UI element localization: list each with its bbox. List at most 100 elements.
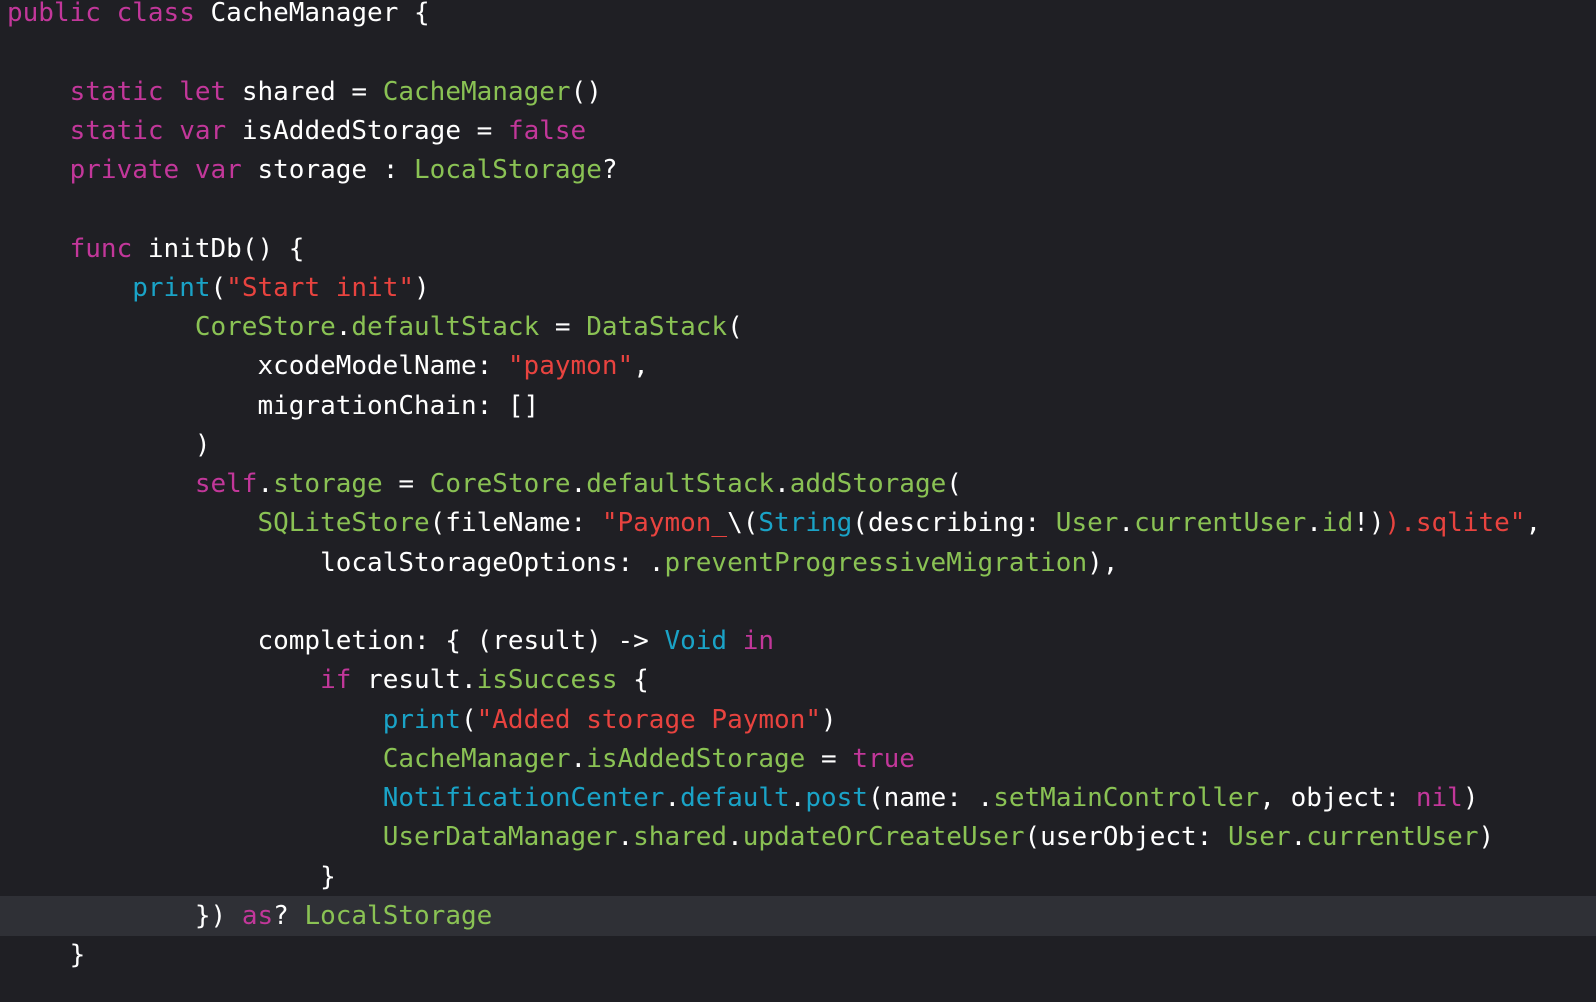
code-token: shared: [633, 822, 728, 853]
code-token: .: [570, 743, 587, 774]
code-line[interactable]: print("Added storage Paymon"): [0, 700, 1596, 740]
code-token: (userObject:: [1024, 822, 1228, 853]
code-token: .: [1290, 822, 1307, 853]
code-token: .: [774, 469, 790, 499]
code-token: ),: [1087, 547, 1119, 578]
code-token: !): [1353, 508, 1385, 539]
code-token: .: [664, 783, 681, 813]
code-token: default: [680, 783, 790, 813]
code-token: .: [617, 822, 634, 853]
code-line[interactable]: static let shared = CacheManager(): [0, 72, 1596, 112]
code-token: DataStack: [586, 312, 728, 342]
code-token: preventProgressiveMigration: [664, 547, 1088, 578]
code-editor[interactable]: public class CacheManager { static let s…: [0, 0, 1596, 1002]
code-token: public: [7, 0, 101, 28]
code-token: if: [320, 665, 352, 696]
code-token: static: [69, 76, 164, 107]
code-token: func: [69, 233, 133, 264]
code-token: (describing:: [852, 508, 1056, 539]
code-token: .: [727, 822, 743, 853]
code-token: CoreStore: [194, 312, 336, 342]
code-token: as: [241, 900, 274, 931]
code-token: .: [257, 469, 274, 499]
code-token: SQLiteStore: [257, 508, 430, 539]
code-token: ?: [273, 900, 305, 931]
code-token: LocalStorage: [414, 155, 602, 185]
code-token: }): [7, 900, 242, 931]
code-line[interactable]: NotificationCenter.default.post(name: .s…: [0, 778, 1596, 818]
code-token: ?: [601, 155, 618, 185]
code-line[interactable]: [0, 582, 1596, 622]
code-line[interactable]: migrationChain: []: [0, 386, 1596, 426]
code-line[interactable]: [0, 189, 1596, 229]
code-line[interactable]: }: [0, 857, 1596, 897]
code-token: static: [69, 115, 164, 146]
code-line[interactable]: CacheManager.isAddedStorage = true: [0, 739, 1596, 779]
code-token: completion: { (result) ->: [7, 626, 665, 656]
code-token: currentUser: [1134, 508, 1307, 539]
code-token: \(: [727, 508, 759, 539]
code-token: xcodeModelName:: [7, 351, 508, 382]
code-token: currentUser: [1306, 822, 1479, 853]
code-token: migrationChain: []: [7, 390, 540, 421]
code-token: (: [460, 704, 477, 735]
code-token: {: [617, 665, 649, 696]
code-line[interactable]: if result.isSuccess {: [0, 660, 1596, 700]
code-token: isAddedStorage =: [226, 115, 508, 146]
code-line[interactable]: SQLiteStore(fileName: "Paymon_\(String(d…: [0, 503, 1596, 543]
code-token: LocalStorage: [304, 900, 493, 931]
code-token: "Start init": [226, 272, 415, 303]
code-token: ,: [1525, 508, 1542, 539]
code-token: self: [194, 469, 258, 499]
code-line[interactable]: }: [0, 935, 1596, 975]
code-token: nil: [1415, 783, 1463, 813]
code-token: private: [69, 155, 180, 185]
code-token: =: [539, 312, 587, 342]
code-token: CacheManager {: [194, 0, 430, 28]
code-token: (): [570, 76, 602, 107]
code-line[interactable]: localStorageOptions: .preventProgressive…: [0, 543, 1596, 583]
code-line[interactable]: self.storage = CoreStore.defaultStack.ad…: [0, 464, 1596, 504]
code-line[interactable]: public class CacheManager {: [0, 0, 1596, 33]
code-line[interactable]: CoreStore.defaultStack = DataStack(: [0, 307, 1596, 347]
code-line[interactable]: [0, 32, 1596, 72]
code-token: .: [1306, 508, 1322, 539]
code-token: }: [7, 940, 86, 970]
code-line[interactable]: xcodeModelName: "paymon",: [0, 346, 1596, 386]
code-token: CacheManager: [382, 76, 571, 107]
current-code-line[interactable]: }) as? LocalStorage: [0, 895, 1596, 936]
code-token: =: [382, 469, 430, 499]
code-line[interactable]: print("Start init"): [0, 268, 1596, 308]
code-line[interactable]: ): [0, 425, 1596, 465]
code-token: (: [946, 469, 962, 499]
code-line[interactable]: static var isAddedStorage = false: [0, 111, 1596, 151]
code-token: UserDataManager: [382, 822, 618, 853]
code-token: ): [821, 704, 837, 735]
code-line[interactable]: UserDataManager.shared.updateOrCreateUse…: [0, 817, 1596, 857]
code-token: ,: [633, 351, 649, 382]
code-token: localStorageOptions: .: [7, 547, 665, 578]
code-line[interactable]: private var storage : LocalStorage?: [0, 150, 1596, 190]
code-line[interactable]: completion: { (result) -> Void in: [0, 621, 1596, 661]
code-token: =: [805, 743, 853, 774]
code-token: User: [1055, 508, 1119, 539]
code-token: shared =: [226, 76, 383, 107]
code-token: updateOrCreateUser: [742, 822, 1025, 853]
code-token: ).sqlite": [1384, 508, 1526, 539]
code-token: String: [758, 508, 853, 539]
code-token: , object:: [1259, 783, 1416, 813]
code-token: "Paymon_: [601, 508, 728, 539]
code-token: .: [1118, 508, 1135, 539]
code-line[interactable]: func initDb() {: [0, 229, 1596, 269]
